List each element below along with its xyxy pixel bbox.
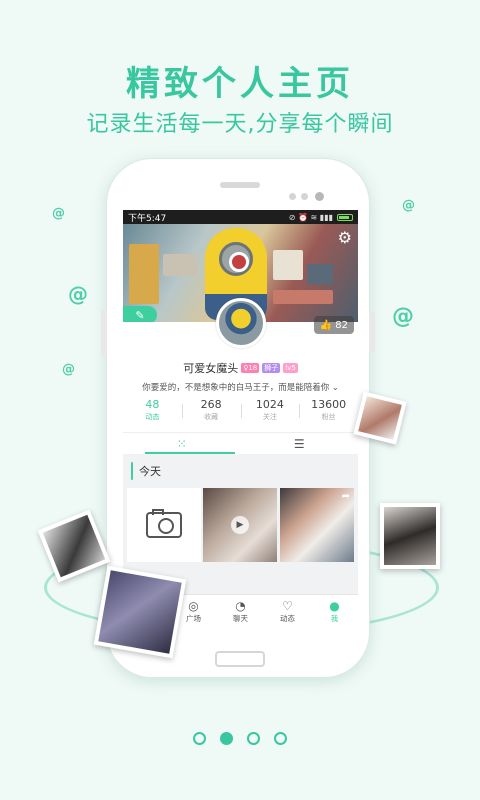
like-count: 82 (335, 319, 348, 331)
person-icon: ● (329, 599, 340, 613)
profile-stats: 48 动态 268 收藏 1024 关注 13600 粉丝 (123, 398, 358, 422)
day-label: 今天 (139, 465, 161, 478)
timeline-marker (131, 462, 133, 480)
swirl-icon: @ (68, 282, 88, 306)
grid-view-tab[interactable]: ⁙ (123, 433, 241, 454)
floating-photo (380, 503, 440, 569)
stat-number: 48 (145, 398, 160, 411)
photo-feed: 今天 ▶ ➦ 天 (123, 454, 358, 594)
phone-camera (315, 192, 324, 201)
tab-label: 广场 (186, 614, 201, 623)
swirl-icon: @ (402, 198, 415, 213)
cover-decoration (307, 264, 333, 284)
floating-photo-image (384, 507, 436, 565)
feed-photo[interactable]: ▶ (203, 488, 277, 562)
play-icon[interactable]: ▶ (231, 516, 249, 534)
thumbs-up-icon: 👍 (319, 319, 333, 331)
profile-info: 可爱女魔头 ♀18 狮子 lv5 你要爱的，不是想象中的白马王子，而是能陪着你 … (123, 360, 358, 393)
day-header: 今天 (131, 462, 161, 480)
edit-profile-button[interactable]: ✎ (123, 306, 157, 322)
status-time: 下午5:47 (128, 213, 167, 224)
profile-bio[interactable]: 你要爱的，不是想象中的白马王子，而是能陪着你 ⌄ (123, 381, 358, 393)
minion-goggle (219, 242, 253, 276)
page-dot[interactable] (193, 732, 206, 745)
add-photo-button[interactable] (127, 488, 201, 562)
cover-decoration (273, 290, 333, 304)
compass-icon: ◎ (188, 599, 199, 613)
zodiac-badge: 狮子 (262, 363, 281, 373)
stat-label: 收藏 (204, 413, 219, 421)
stat-followers[interactable]: 13600 粉丝 (299, 398, 358, 422)
phone-side-button (101, 310, 107, 356)
stat-number: 13600 (311, 398, 347, 411)
like-count-badge[interactable]: 👍 82 (313, 316, 354, 334)
stat-following[interactable]: 1024 关注 (240, 398, 300, 422)
profile-name: 可爱女魔头 (183, 362, 239, 375)
stat-posts[interactable]: 48 动态 (123, 398, 182, 422)
list-icon: ☰ (293, 436, 305, 451)
tab-feed[interactable]: ♡ 动态 (264, 595, 311, 628)
phone-side-button (369, 312, 375, 352)
page-dot[interactable] (247, 732, 260, 745)
share-icon[interactable]: ➦ (342, 491, 350, 502)
floating-photo-image (358, 396, 402, 440)
gender-age-badge: ♀18 (241, 363, 260, 373)
list-view-tab[interactable]: ☰ (241, 433, 359, 454)
cover-decoration (129, 244, 159, 304)
tab-label: 动态 (280, 614, 295, 623)
swirl-icon: @ (52, 206, 65, 221)
phone-home-button (215, 651, 265, 667)
bio-text: 你要爱的，不是想象中的白马王子，而是能陪着你 (142, 383, 330, 393)
cover-decoration (163, 254, 197, 276)
stat-number: 1024 (255, 398, 284, 411)
status-icon-group: ⊘ ⏰ ≋ ▮▮▮ (288, 212, 333, 222)
level-badge: lv5 (283, 363, 298, 373)
grid-icon: ⁙ (176, 436, 187, 451)
cover-decoration (273, 250, 303, 280)
stat-label: 关注 (262, 413, 277, 421)
promo-headline: 精致个人主页 (126, 64, 354, 104)
gear-icon[interactable]: ⚙ (338, 228, 352, 247)
view-toggle: ⁙ ☰ (123, 432, 358, 454)
tab-label: 聊天 (233, 614, 248, 623)
phone-sensor (301, 193, 308, 200)
phone-sensor (289, 193, 296, 200)
promo-subline: 记录生活每一天,分享每个瞬间 (86, 112, 394, 137)
swirl-icon: @ (392, 304, 414, 329)
tab-chat[interactable]: ◔ 聊天 (217, 595, 264, 628)
swirl-icon: @ (62, 362, 75, 377)
pencil-icon: ✎ (135, 308, 145, 322)
tab-label: 我 (330, 614, 339, 623)
chat-bubble-icon: ◔ (235, 599, 246, 613)
page-dot[interactable] (274, 732, 287, 745)
tab-me[interactable]: ● 我 (311, 595, 358, 628)
chevron-down-icon[interactable]: ⌄ (332, 383, 339, 392)
page-dot-active[interactable] (220, 732, 233, 745)
heart-icon: ♡ (282, 599, 293, 613)
stat-label: 粉丝 (321, 413, 336, 421)
app-screen: 下午5:47 ⊘ ⏰ ≋ ▮▮▮ ⚙ ✎ 👍 82 可爱女魔头 ♀18 狮子 l… (123, 210, 358, 628)
camera-icon (146, 509, 182, 538)
feed-photo[interactable]: ➦ (280, 488, 354, 562)
status-icons: ⊘ ⏰ ≋ ▮▮▮ (289, 213, 353, 222)
stat-number: 268 (200, 398, 222, 411)
status-bar: 下午5:47 ⊘ ⏰ ≋ ▮▮▮ (123, 210, 358, 224)
floating-photo (93, 565, 187, 659)
stat-favorites[interactable]: 268 收藏 (181, 398, 241, 422)
floating-photo-image (98, 570, 182, 654)
battery-icon (337, 213, 353, 221)
phone-speaker (220, 182, 260, 188)
page-indicator (0, 732, 480, 745)
stat-label: 动态 (145, 413, 160, 421)
avatar[interactable] (216, 298, 266, 348)
